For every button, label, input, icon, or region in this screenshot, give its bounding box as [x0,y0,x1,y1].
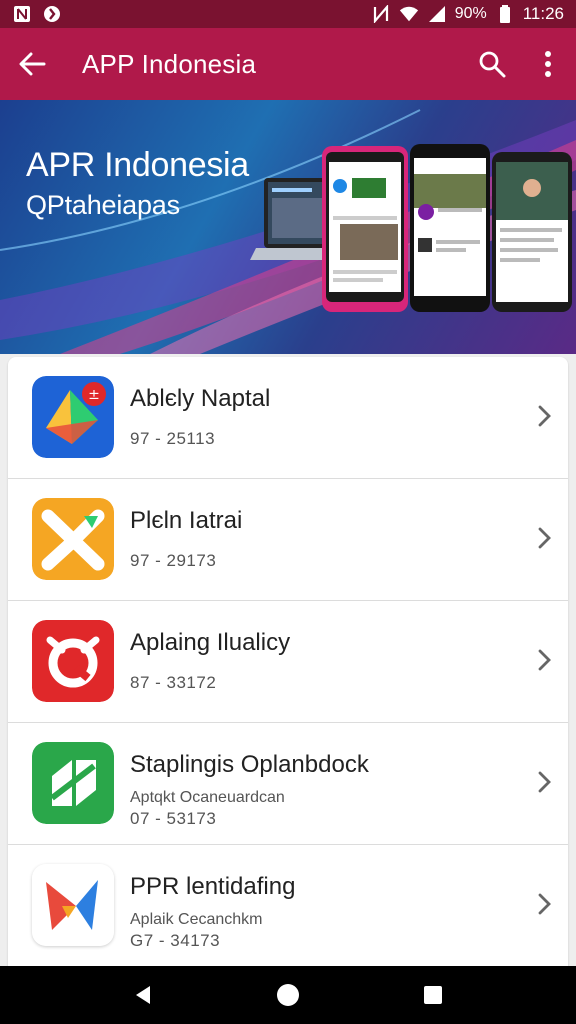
status-bar: 90% 11:26 [0,0,576,28]
battery-text: 90% [454,5,487,22]
back-arrow-icon [19,52,46,76]
list-item[interactable]: Staplingis Oplanbdock Aptqkt Ocaneuardca… [8,723,568,845]
nav-back-icon [135,986,150,1004]
app-code: G7 - 34173 [130,931,221,950]
chevron-right-icon [538,771,551,793]
more-options-button[interactable] [520,28,576,100]
notification-icon [12,5,32,23]
banner-subtitle: QPtaheiapas [26,190,180,220]
signal-icon [427,5,447,23]
clock: 11:26 [522,4,564,23]
nav-home-button[interactable] [258,966,318,1024]
app-icon-1: ± [32,376,114,458]
banner-title: APR Indonesia [26,146,249,184]
wifi-icon [399,5,419,23]
system-nav-bar [0,966,576,1024]
app-name: Ablєly Naptal [130,385,271,412]
app-name: Plєln Iatrai [130,507,243,534]
app-code: 97 - 25113 [130,429,216,448]
sync-icon [42,5,62,23]
app-subtitle: Aplaik Cecanchkm [130,911,263,928]
list-item[interactable]: Aplaing Ilualicy 87 - 33172 [8,601,568,723]
nav-home-icon [276,984,299,1006]
banner-illustration [0,109,576,354]
app-list: ± Ablєly Naptal 97 - 25113 Plєln Iatrai … [8,357,568,967]
chevron-right-icon [538,649,551,671]
app-name: Staplingis Oplanbdock [130,751,369,778]
app-name: Aplaing Ilualicy [130,629,291,656]
list-item[interactable]: PPR lentidafing Aplaik Cecanchkm G7 - 34… [8,845,568,967]
nfc-icon [371,5,391,23]
nav-recents-icon [424,986,443,1004]
list-item[interactable]: ± Ablєly Naptal 97 - 25113 [8,357,568,479]
app-code: 97 - 29173 [130,551,217,570]
app-icon-2 [32,498,114,580]
promo-banner[interactable]: APR Indonesia QPtaheiapas [0,100,576,354]
nav-back-button[interactable] [113,966,173,1024]
svg-text:±: ± [88,387,100,403]
app-code: 87 - 33172 [130,673,217,692]
page-title: APP Indonesia [82,48,257,79]
battery-icon [495,5,515,23]
app-icon-5 [32,864,114,946]
chevron-right-icon [538,405,551,427]
chevron-right-icon [538,527,551,549]
list-item[interactable]: Plєln Iatrai 97 - 29173 [8,479,568,601]
app-subtitle: Aptqkt Ocaneuardcan [130,789,285,806]
chevron-right-icon [538,893,551,915]
app-icon-3 [32,620,114,702]
app-name: PPR lentidafing [130,873,296,900]
back-button[interactable] [0,28,64,100]
app-icon-4 [32,742,114,824]
search-button[interactable] [464,28,520,100]
more-vert-icon [545,51,551,77]
app-bar: APP Indonesia [0,28,576,100]
search-icon [479,51,506,78]
nav-recents-button[interactable] [403,966,463,1024]
app-code: 07 - 53173 [130,809,217,828]
